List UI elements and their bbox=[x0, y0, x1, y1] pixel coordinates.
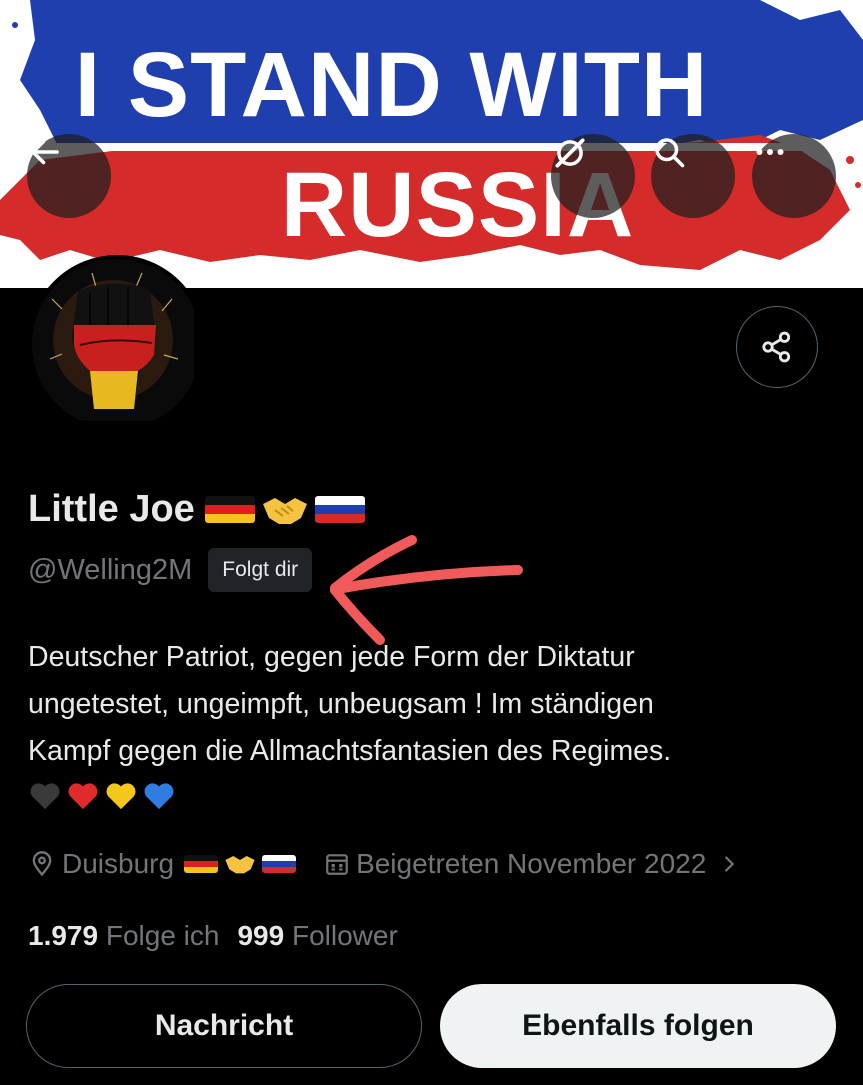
bio-line: ungetestet, ungeimpft, unbeugsam ! Im st… bbox=[28, 688, 654, 720]
message-button[interactable]: Nachricht bbox=[26, 984, 422, 1068]
back-button[interactable] bbox=[27, 134, 111, 218]
following-count: 1.979 bbox=[28, 920, 99, 951]
location-item: Duisburg bbox=[28, 848, 297, 880]
profile-bio: Deutscher Patriot, gegen jede Form der D… bbox=[28, 634, 828, 811]
display-name-row: Little Joe bbox=[28, 488, 365, 531]
follow-back-button[interactable]: Ebenfalls folgen bbox=[440, 984, 836, 1068]
profile-banner[interactable]: I STAND WITH RUSSIA bbox=[0, 0, 863, 288]
location-pin-icon bbox=[32, 851, 52, 877]
joined-text: Beigetreten November 2022 bbox=[356, 848, 707, 879]
bio-line: Kampf gegen die Allmachtsfantasien des R… bbox=[28, 735, 672, 767]
display-name: Little Joe bbox=[28, 488, 195, 530]
flag-germany-icon bbox=[184, 855, 219, 873]
yellow-heart-icon bbox=[106, 783, 136, 810]
more-button[interactable] bbox=[752, 134, 836, 218]
arrow-left-icon bbox=[31, 139, 59, 165]
grok-button[interactable] bbox=[551, 134, 635, 218]
search-button[interactable] bbox=[651, 134, 735, 218]
blue-heart-icon bbox=[144, 783, 174, 810]
profile-avatar[interactable] bbox=[28, 255, 206, 433]
follows-you-badge: Folgt dir bbox=[208, 548, 313, 592]
share-icon bbox=[762, 331, 791, 363]
banner-text-line2: RUSSIA bbox=[280, 154, 635, 256]
bio-line: Deutscher Patriot, gegen jede Form der D… bbox=[28, 641, 635, 673]
grok-icon bbox=[555, 138, 585, 168]
more-icon bbox=[756, 149, 784, 155]
share-button[interactable] bbox=[736, 306, 818, 388]
profile-meta-row: Duisburg Beigetreten November 2022 bbox=[28, 848, 740, 880]
name-emoji-group bbox=[204, 492, 365, 528]
location-text: Duisburg bbox=[62, 848, 175, 879]
red-heart-icon bbox=[68, 783, 98, 810]
followers-stat[interactable]: 999 Follower bbox=[237, 920, 397, 952]
follow-stats: 1.979 Folge ich 999 Follower bbox=[28, 920, 398, 952]
followers-count: 999 bbox=[237, 920, 285, 951]
fist-flag-avatar-image bbox=[32, 259, 194, 421]
black-heart-icon bbox=[30, 783, 60, 810]
following-label: Folge ich bbox=[105, 920, 220, 951]
banner-text-line1: I STAND WITH bbox=[74, 34, 709, 136]
calendar-icon bbox=[326, 854, 348, 875]
flag-germany-icon bbox=[204, 496, 255, 523]
joined-item[interactable]: Beigetreten November 2022 bbox=[324, 848, 740, 880]
chevron-right-icon bbox=[725, 856, 735, 872]
bio-hearts bbox=[28, 779, 828, 811]
handle-row: @Welling2M Folgt dir bbox=[28, 548, 313, 592]
flag-russia-icon bbox=[314, 496, 365, 523]
handshake-icon bbox=[225, 856, 255, 874]
followers-label: Follower bbox=[291, 920, 398, 951]
username-handle: @Welling2M bbox=[28, 553, 193, 586]
handshake-icon bbox=[262, 497, 307, 524]
flag-russia-icon bbox=[262, 855, 297, 873]
search-icon bbox=[655, 138, 685, 168]
following-stat[interactable]: 1.979 Folge ich bbox=[28, 920, 219, 952]
